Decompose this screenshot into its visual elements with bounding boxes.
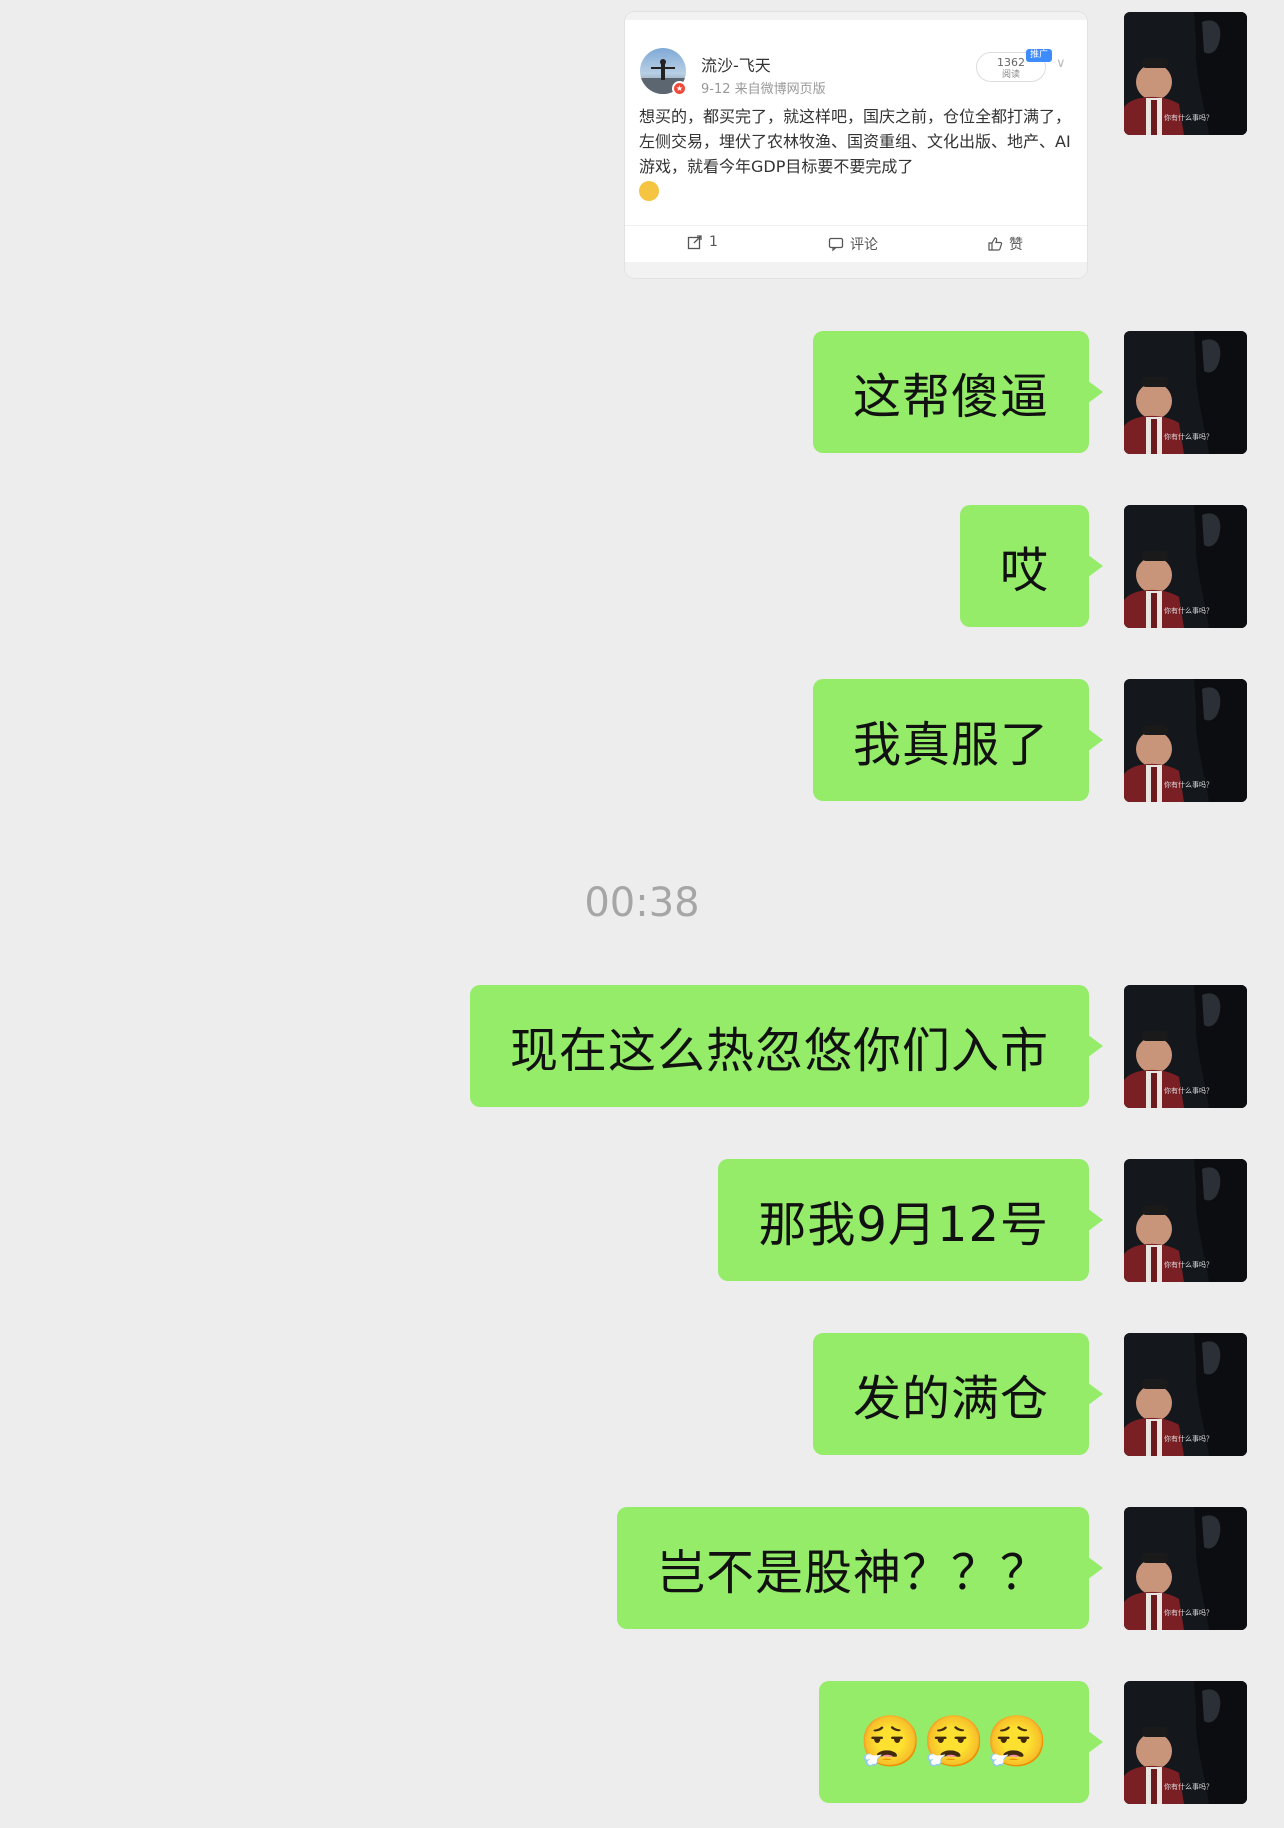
like-button[interactable]: 赞 xyxy=(987,234,1023,254)
repost-button[interactable]: 1 xyxy=(687,234,718,250)
repost-icon xyxy=(687,235,702,250)
thumbs-up-icon xyxy=(988,237,1003,251)
message-bubble[interactable]: 哎 xyxy=(959,505,1104,627)
card-top-divider xyxy=(625,12,1087,20)
avatar-caption: 你有什么事吗？ xyxy=(1164,433,1213,441)
avatar-caption: 你有什么事吗？ xyxy=(1164,607,1213,615)
message-bubble[interactable]: 发的满仓 xyxy=(812,1333,1104,1455)
read-label: 阅读 xyxy=(1001,70,1020,80)
weibo-share-card[interactable]: ★ 流沙-飞天 9-12 来自微博网页版 1362 阅读 推广 ∨ 想买的，都买… xyxy=(625,12,1087,278)
comment-label: 评论 xyxy=(850,237,878,253)
avatar[interactable]: 你有什么事吗？ xyxy=(1124,1507,1247,1630)
message-bubble[interactable]: 现在这么热忽悠你们入市 xyxy=(469,985,1104,1107)
like-label: 赞 xyxy=(1009,237,1023,253)
avatar[interactable]: 你有什么事吗？ xyxy=(1124,1333,1247,1456)
weibo-action-bar: 1 评论 赞 xyxy=(625,225,1087,258)
avatar-caption: 你有什么事吗？ xyxy=(1164,114,1213,122)
weibo-post-text: 想买的，都买完了，就这样吧，国庆之前，仓位全都打满了，左侧交易，埋伏了农林牧渔、… xyxy=(639,107,1072,176)
weibo-post-meta: 9-12 来自微博网页版 xyxy=(701,82,826,97)
message-bubble[interactable]: 那我9月12号 xyxy=(718,1159,1103,1281)
avatar[interactable]: 你有什么事吗？ xyxy=(1124,12,1247,135)
card-bottom-divider xyxy=(625,262,1087,278)
avatar-caption: 你有什么事吗？ xyxy=(1164,1087,1213,1095)
avatar[interactable]: 你有什么事吗？ xyxy=(1124,1681,1247,1804)
avatar-caption: 你有什么事吗？ xyxy=(1164,1261,1213,1269)
verified-badge-icon: ★ xyxy=(672,81,687,96)
avatar-caption: 你有什么事吗？ xyxy=(1164,781,1213,789)
repost-count: 1 xyxy=(709,234,718,250)
avatar[interactable]: 你有什么事吗？ xyxy=(1124,505,1247,628)
comment-icon xyxy=(828,237,844,252)
weibo-username[interactable]: 流沙-飞天 xyxy=(701,52,771,76)
avatar-caption: 你有什么事吗？ xyxy=(1164,1783,1213,1791)
weibo-post-body: 想买的，都买完了，就这样吧，国庆之前，仓位全都打满了，左侧交易，埋伏了农林牧渔、… xyxy=(639,104,1075,204)
promo-badge[interactable]: 推广 xyxy=(1026,49,1053,62)
avatar[interactable]: 你有什么事吗？ xyxy=(1124,985,1247,1108)
message-bubble[interactable]: 岂不是股神？？？ xyxy=(616,1507,1104,1629)
chevron-down-icon[interactable]: ∨ xyxy=(1056,56,1066,71)
message-bubble[interactable]: 我真服了 xyxy=(812,679,1104,801)
emoji-message-bubble[interactable]: 😮‍💨😮‍💨😮‍💨 xyxy=(819,1681,1103,1803)
message-timestamp: 00:38 xyxy=(584,880,700,926)
comment-button[interactable]: 评论 xyxy=(828,234,878,254)
avatar[interactable]: 你有什么事吗？ xyxy=(1124,679,1247,802)
avatar-caption: 你有什么事吗？ xyxy=(1164,1435,1213,1443)
message-bubble[interactable]: 这帮傻逼 xyxy=(812,331,1104,453)
avatar-caption: 你有什么事吗？ xyxy=(1164,1609,1213,1617)
emoji-message: 😮‍💨😮‍💨😮‍💨 xyxy=(859,1712,1049,1771)
laughing-emoji-icon xyxy=(639,181,659,201)
avatar[interactable]: 你有什么事吗？ xyxy=(1124,331,1247,454)
avatar[interactable]: 你有什么事吗？ xyxy=(1124,1159,1247,1282)
